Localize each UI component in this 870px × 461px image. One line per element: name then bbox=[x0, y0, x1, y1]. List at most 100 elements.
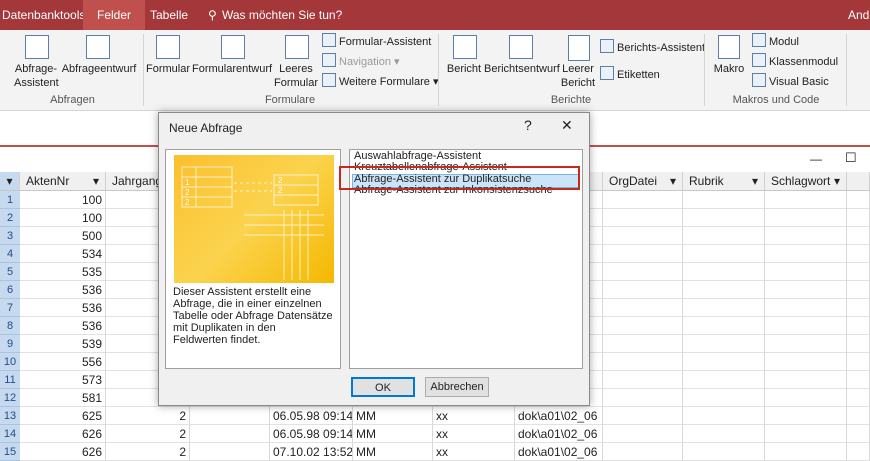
more-forms-button[interactable]: Weitere Formulare ▾ bbox=[322, 73, 438, 89]
cell[interactable] bbox=[847, 263, 870, 281]
cell-kennung[interactable]: xx bbox=[433, 407, 515, 425]
cell[interactable] bbox=[847, 389, 870, 407]
cell-kuerzel[interactable]: MM bbox=[353, 425, 433, 443]
cell-aktennr[interactable]: 626 bbox=[20, 425, 106, 443]
chevron-down-icon[interactable]: ▾ bbox=[93, 172, 99, 191]
row-selector[interactable]: 12 bbox=[0, 389, 20, 407]
cell-orgdatei[interactable] bbox=[603, 281, 683, 299]
cell-aktennr[interactable]: 536 bbox=[20, 317, 106, 335]
cell-rubrik[interactable] bbox=[683, 299, 765, 317]
module-button[interactable]: Modul bbox=[752, 33, 799, 49]
row-selector[interactable]: 11 bbox=[0, 371, 20, 389]
cell[interactable] bbox=[847, 245, 870, 263]
row-selector[interactable]: 10 bbox=[0, 353, 20, 371]
cell-rubrik[interactable] bbox=[683, 407, 765, 425]
cell-aktennr[interactable]: 500 bbox=[20, 227, 106, 245]
cell-aktennr[interactable]: 534 bbox=[20, 245, 106, 263]
cell-jahrgang[interactable]: 2 bbox=[106, 425, 190, 443]
form-design-button[interactable]: Formularentwurf bbox=[192, 62, 272, 76]
cell-kennung[interactable]: xx bbox=[433, 425, 515, 443]
report-wizard-button[interactable]: Berichts-Assistent bbox=[600, 39, 705, 55]
cell[interactable] bbox=[847, 425, 870, 443]
class-module-button[interactable]: Klassenmodul bbox=[752, 53, 838, 69]
cell-orgdatei[interactable] bbox=[603, 227, 683, 245]
cell-rubrik[interactable] bbox=[683, 335, 765, 353]
row-selector[interactable]: 7 bbox=[0, 299, 20, 317]
cell-schlagwort[interactable] bbox=[765, 443, 847, 461]
form-wizard-button[interactable]: Formular-Assistent bbox=[322, 33, 431, 49]
select-all-corner[interactable]: ▾ bbox=[0, 172, 20, 191]
cell[interactable] bbox=[847, 443, 870, 461]
blank-form-button[interactable]: Leeres Formular bbox=[272, 62, 320, 90]
tab-tabelle[interactable]: Tabelle bbox=[150, 8, 188, 22]
cell-rubrik[interactable] bbox=[683, 353, 765, 371]
table-row[interactable]: 13 625 2 06.05.98 09:14 MM xx dok\a01\02_06 bbox=[0, 407, 870, 425]
cell-schlagwort[interactable] bbox=[765, 281, 847, 299]
cell[interactable] bbox=[847, 335, 870, 353]
cell-schlagwort[interactable] bbox=[765, 209, 847, 227]
cell-schlagwort[interactable] bbox=[765, 389, 847, 407]
column-header-rubrik[interactable]: Rubrik ▾ bbox=[683, 172, 765, 191]
cell-rubrik[interactable] bbox=[683, 443, 765, 461]
cell-orgdatei[interactable] bbox=[603, 209, 683, 227]
cell-schlagwort[interactable] bbox=[765, 425, 847, 443]
cell-orgdatei[interactable] bbox=[603, 371, 683, 389]
cell-rubrik[interactable] bbox=[683, 371, 765, 389]
cell-pfad[interactable]: dok\a01\02_06 bbox=[515, 443, 603, 461]
cell-aktennr[interactable]: 581 bbox=[20, 389, 106, 407]
table-row[interactable]: 14 626 2 06.05.98 09:14 MM xx dok\a01\02_06 bbox=[0, 425, 870, 443]
cancel-button[interactable]: Abbrechen bbox=[425, 377, 489, 397]
cell-orgdatei[interactable] bbox=[603, 299, 683, 317]
cell-orgdatei[interactable] bbox=[603, 335, 683, 353]
ok-button[interactable]: OK bbox=[351, 377, 415, 397]
cell-rubrik[interactable] bbox=[683, 209, 765, 227]
cell-rubrik[interactable] bbox=[683, 425, 765, 443]
cell-aktennr[interactable]: 536 bbox=[20, 281, 106, 299]
cell-kennung[interactable]: xx bbox=[433, 443, 515, 461]
cell-orgdatei[interactable] bbox=[603, 443, 683, 461]
help-button[interactable]: ? bbox=[524, 117, 532, 133]
cell-orgdatei[interactable] bbox=[603, 317, 683, 335]
cell[interactable] bbox=[847, 353, 870, 371]
cell[interactable] bbox=[190, 443, 270, 461]
tab-felder[interactable]: Felder bbox=[83, 0, 146, 30]
row-selector[interactable]: 1 bbox=[0, 191, 20, 209]
tell-me-box[interactable]: Was möchten Sie tun? bbox=[222, 8, 342, 22]
macro-button[interactable]: Makro bbox=[712, 62, 746, 76]
row-selector[interactable]: 5 bbox=[0, 263, 20, 281]
query-design-button[interactable]: Abfrageentwurf bbox=[60, 62, 138, 76]
cell-rubrik[interactable] bbox=[683, 245, 765, 263]
cell-schlagwort[interactable] bbox=[765, 317, 847, 335]
cell-datum[interactable]: 06.05.98 09:14 bbox=[270, 407, 353, 425]
cell-kuerzel[interactable]: MM bbox=[353, 443, 433, 461]
cell[interactable] bbox=[847, 317, 870, 335]
cell[interactable] bbox=[847, 299, 870, 317]
cell-jahrgang[interactable]: 2 bbox=[106, 407, 190, 425]
row-selector[interactable]: 15 bbox=[0, 443, 20, 461]
minimize-button[interactable]: — bbox=[810, 152, 822, 166]
cell-schlagwort[interactable] bbox=[765, 353, 847, 371]
cell[interactable] bbox=[190, 425, 270, 443]
chevron-down-icon[interactable]: ▾ bbox=[670, 172, 676, 191]
chevron-down-icon[interactable]: ▾ bbox=[834, 172, 840, 191]
report-design-button[interactable]: Berichtsentwurf bbox=[484, 62, 560, 76]
cell-orgdatei[interactable] bbox=[603, 353, 683, 371]
cell-aktennr[interactable]: 626 bbox=[20, 443, 106, 461]
cell-aktennr[interactable]: 539 bbox=[20, 335, 106, 353]
cell[interactable] bbox=[847, 209, 870, 227]
cell-rubrik[interactable] bbox=[683, 191, 765, 209]
cell-schlagwort[interactable] bbox=[765, 263, 847, 281]
cell-schlagwort[interactable] bbox=[765, 191, 847, 209]
cell-orgdatei[interactable] bbox=[603, 425, 683, 443]
row-selector[interactable]: 3 bbox=[0, 227, 20, 245]
visual-basic-button[interactable]: Visual Basic bbox=[752, 73, 829, 89]
query-wizard-button[interactable]: Abfrage- Assistent bbox=[14, 62, 59, 90]
cell-schlagwort[interactable] bbox=[765, 227, 847, 245]
cell-aktennr[interactable]: 100 bbox=[20, 191, 106, 209]
cell-pfad[interactable]: dok\a01\02_06 bbox=[515, 407, 603, 425]
cell-datum[interactable]: 06.05.98 09:14 bbox=[270, 425, 353, 443]
user-name[interactable]: Andr bbox=[848, 8, 870, 22]
column-header-schlagwort[interactable]: Schlagwort ▾ bbox=[765, 172, 847, 191]
cell[interactable] bbox=[847, 407, 870, 425]
cell[interactable] bbox=[847, 227, 870, 245]
